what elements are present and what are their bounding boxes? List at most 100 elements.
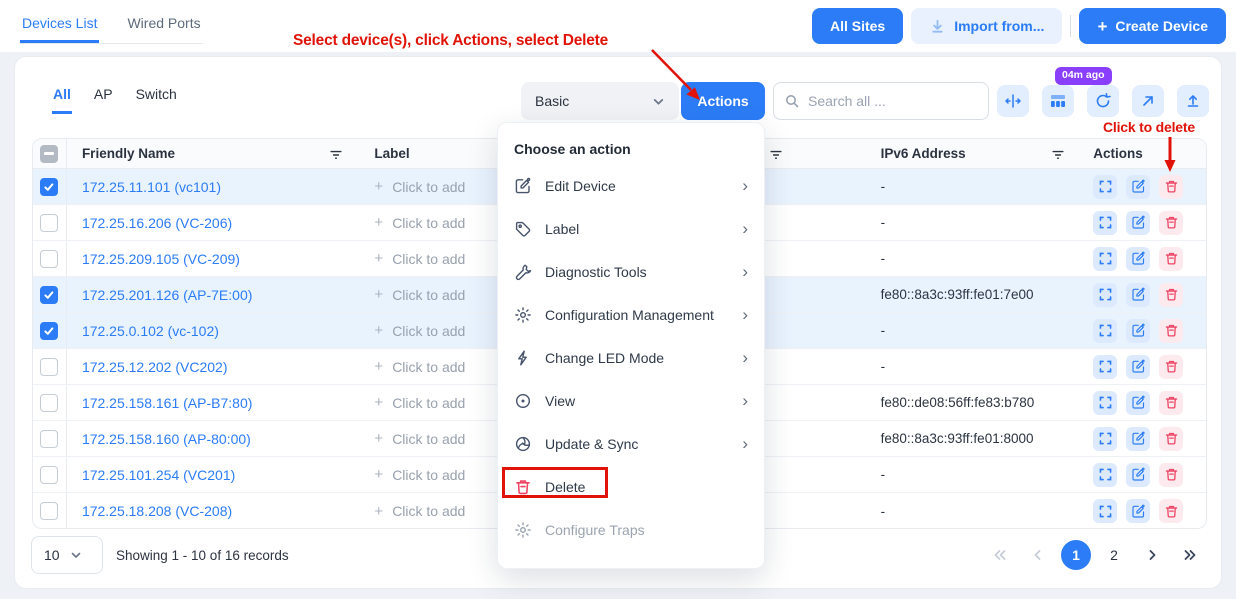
all-sites-button[interactable]: All Sites bbox=[812, 8, 903, 44]
fullscreen-button[interactable] bbox=[1093, 427, 1117, 451]
device-name-link[interactable]: 172.25.158.160 (AP-80:00) bbox=[82, 431, 251, 447]
search-input[interactable] bbox=[808, 93, 989, 109]
device-name-link[interactable]: 172.25.18.208 (VC-208) bbox=[82, 503, 232, 519]
select-all-checkbox[interactable] bbox=[40, 145, 58, 163]
device-name-link[interactable]: 172.25.0.102 (vc-102) bbox=[82, 323, 219, 339]
row-checkbox[interactable] bbox=[40, 358, 58, 376]
row-checkbox[interactable] bbox=[40, 214, 58, 232]
add-label-button[interactable]: +Click to add bbox=[374, 394, 465, 411]
add-label-button[interactable]: +Click to add bbox=[374, 214, 465, 231]
device-name-link[interactable]: 172.25.201.126 (AP-7E:00) bbox=[82, 287, 252, 303]
device-name-link[interactable]: 172.25.158.161 (AP-B7:80) bbox=[82, 395, 252, 411]
delete-device-button[interactable] bbox=[1159, 427, 1183, 451]
edit-device-button[interactable] bbox=[1126, 175, 1150, 199]
menu-item-change-led-mode[interactable]: Change LED Mode› bbox=[498, 336, 764, 379]
menu-item-label[interactable]: Label› bbox=[498, 207, 764, 250]
page-2-button[interactable]: 2 bbox=[1099, 540, 1129, 570]
row-checkbox[interactable] bbox=[40, 466, 58, 484]
edit-device-button[interactable] bbox=[1126, 247, 1150, 271]
tab-wired-ports[interactable]: Wired Ports bbox=[125, 13, 202, 43]
fullscreen-button[interactable] bbox=[1093, 463, 1117, 487]
device-name-link[interactable]: 172.25.11.101 (vc101) bbox=[82, 179, 221, 195]
delete-device-button[interactable] bbox=[1159, 283, 1183, 307]
fullscreen-button[interactable] bbox=[1093, 355, 1117, 379]
edit-device-button[interactable] bbox=[1126, 319, 1150, 343]
fullscreen-button[interactable] bbox=[1093, 283, 1117, 307]
delete-device-button[interactable] bbox=[1159, 211, 1183, 235]
delete-device-button[interactable] bbox=[1159, 319, 1183, 343]
filter-icon[interactable] bbox=[1051, 147, 1065, 161]
fullscreen-button[interactable] bbox=[1093, 391, 1117, 415]
edit-device-button[interactable] bbox=[1126, 391, 1150, 415]
add-label-button[interactable]: +Click to add bbox=[374, 466, 465, 483]
next-page-button[interactable] bbox=[1137, 540, 1167, 570]
page-size-select[interactable]: 10 bbox=[31, 536, 103, 574]
edit-device-button[interactable] bbox=[1126, 463, 1150, 487]
last-page-button[interactable] bbox=[1175, 540, 1205, 570]
first-page-button[interactable] bbox=[985, 540, 1015, 570]
delete-device-button[interactable] bbox=[1159, 247, 1183, 271]
menu-item-diagnostic-tools[interactable]: Diagnostic Tools› bbox=[498, 250, 764, 293]
delete-device-button[interactable] bbox=[1159, 355, 1183, 379]
menu-item-delete[interactable]: Delete bbox=[498, 465, 764, 508]
row-checkbox[interactable] bbox=[40, 322, 58, 340]
device-name-link[interactable]: 172.25.101.254 (VC201) bbox=[82, 467, 235, 483]
export-button[interactable] bbox=[1177, 85, 1209, 117]
add-label-button[interactable]: +Click to add bbox=[374, 250, 465, 267]
device-name-link[interactable]: 172.25.12.202 (VC202) bbox=[82, 359, 228, 375]
open-external-button[interactable] bbox=[1132, 85, 1164, 117]
add-label-button[interactable]: +Click to add bbox=[374, 322, 465, 339]
add-label-button[interactable]: +Click to add bbox=[374, 178, 465, 195]
fullscreen-button[interactable] bbox=[1093, 211, 1117, 235]
tab-switch[interactable]: Switch bbox=[135, 84, 178, 114]
row-checkbox[interactable] bbox=[40, 250, 58, 268]
edit-device-button[interactable] bbox=[1126, 427, 1150, 451]
edit-device-button[interactable] bbox=[1126, 211, 1150, 235]
menu-item-label: Edit Device bbox=[545, 178, 616, 194]
filter-icon[interactable] bbox=[769, 147, 783, 161]
columns-button[interactable] bbox=[1042, 85, 1074, 117]
device-name-link[interactable]: 172.25.209.105 (VC-209) bbox=[82, 251, 240, 267]
import-from-button[interactable]: Import from... bbox=[911, 8, 1062, 44]
menu-item-edit-device[interactable]: Edit Device› bbox=[498, 164, 764, 207]
delete-device-button[interactable] bbox=[1159, 175, 1183, 199]
delete-device-button[interactable] bbox=[1159, 499, 1183, 523]
arrow-up-right-icon bbox=[1139, 92, 1157, 110]
tab-all[interactable]: All bbox=[52, 84, 72, 114]
fullscreen-button[interactable] bbox=[1093, 175, 1117, 199]
page-1-button[interactable]: 1 bbox=[1061, 540, 1091, 570]
tab-ap[interactable]: AP bbox=[93, 84, 114, 114]
row-actions-cell bbox=[1075, 313, 1206, 348]
add-label-button[interactable]: +Click to add bbox=[374, 286, 465, 303]
actions-button[interactable]: Actions bbox=[681, 82, 765, 120]
row-checkbox-cell bbox=[33, 493, 67, 529]
add-label-button[interactable]: +Click to add bbox=[374, 358, 465, 375]
row-checkbox[interactable] bbox=[40, 430, 58, 448]
row-checkbox[interactable] bbox=[40, 502, 58, 520]
fullscreen-button[interactable] bbox=[1093, 247, 1117, 271]
refresh-button[interactable] bbox=[1087, 85, 1119, 117]
row-checkbox[interactable] bbox=[40, 394, 58, 412]
menu-item-configuration-management[interactable]: Configuration Management› bbox=[498, 293, 764, 336]
view-select[interactable]: Basic bbox=[521, 82, 679, 120]
header-label: Label bbox=[371, 139, 501, 168]
edit-device-button[interactable] bbox=[1126, 499, 1150, 523]
edit-device-button[interactable] bbox=[1126, 355, 1150, 379]
edit-device-button[interactable] bbox=[1126, 283, 1150, 307]
delete-device-button[interactable] bbox=[1159, 391, 1183, 415]
column-resize-button[interactable] bbox=[997, 85, 1029, 117]
delete-device-button[interactable] bbox=[1159, 463, 1183, 487]
row-checkbox[interactable] bbox=[40, 178, 58, 196]
fullscreen-button[interactable] bbox=[1093, 319, 1117, 343]
menu-item-view[interactable]: View› bbox=[498, 379, 764, 422]
add-label-button[interactable]: +Click to add bbox=[374, 430, 465, 447]
device-name-link[interactable]: 172.25.16.206 (VC-206) bbox=[82, 215, 232, 231]
prev-page-button[interactable] bbox=[1023, 540, 1053, 570]
add-label-button[interactable]: +Click to add bbox=[374, 503, 465, 520]
tab-devices-list[interactable]: Devices List bbox=[20, 13, 99, 43]
menu-item-update-sync[interactable]: Update & Sync› bbox=[498, 422, 764, 465]
filter-icon[interactable] bbox=[329, 147, 343, 161]
fullscreen-button[interactable] bbox=[1093, 499, 1117, 523]
row-checkbox[interactable] bbox=[40, 286, 58, 304]
create-device-button[interactable]: + Create Device bbox=[1079, 8, 1226, 44]
